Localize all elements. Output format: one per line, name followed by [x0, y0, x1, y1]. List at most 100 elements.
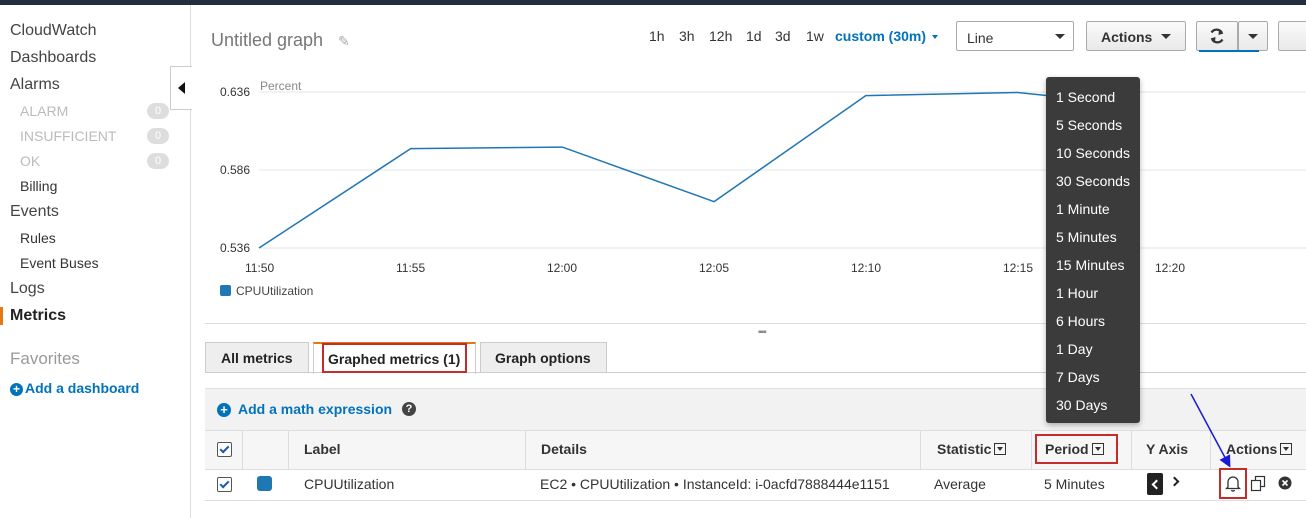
x-tick-label: 11:55	[396, 261, 426, 275]
sidebar-item-billing[interactable]: Billing	[20, 178, 57, 194]
period-option[interactable]: 1 Day	[1056, 341, 1093, 357]
sidebar-item-dashboards[interactable]: Dashboards	[10, 49, 96, 67]
refresh-button[interactable]	[1196, 21, 1238, 51]
period-option[interactable]: 10 Seconds	[1056, 145, 1130, 161]
add-math-expression-link[interactable]: Add a math expression	[238, 401, 392, 417]
actions-button[interactable]: Actions	[1086, 21, 1186, 51]
range-custom[interactable]: custom (30m)	[835, 28, 926, 44]
duplicate-icon[interactable]	[1250, 475, 1267, 492]
dropdown-toggle-icon[interactable]	[1091, 443, 1104, 455]
table-row: CPUUtilization EC2 • CPUUtilization • In…	[205, 468, 1306, 501]
add-dashboard-link[interactable]: + Add a dashboard	[10, 380, 139, 396]
resize-grip-icon[interactable]: ▪▪▪	[758, 327, 767, 338]
tab-all-metrics[interactable]: All metrics	[205, 342, 309, 373]
header-period-label: Period	[1045, 441, 1089, 457]
add-dashboard-label: Add a dashboard	[25, 380, 140, 396]
select-all-checkbox[interactable]	[217, 442, 232, 457]
caret-down-icon	[1248, 34, 1258, 39]
period-option[interactable]: 1 Second	[1056, 89, 1115, 105]
tab-baseline	[205, 372, 1306, 373]
period-option[interactable]: 1 Minute	[1056, 201, 1110, 217]
caret-left-icon	[178, 82, 185, 94]
period-option[interactable]: 5 Minutes	[1056, 229, 1117, 245]
insufficient-count-badge: 0	[147, 128, 169, 144]
sidebar-item-cloudwatch[interactable]: CloudWatch	[10, 22, 97, 40]
sidebar-item-event-buses[interactable]: Event Buses	[20, 255, 99, 271]
header-actions-label: Actions	[1226, 441, 1278, 457]
sidebar-item-logs[interactable]: Logs	[10, 280, 45, 298]
x-tick-label: 12:10	[851, 261, 882, 275]
header-details[interactable]: Details	[541, 441, 587, 457]
sidebar-item-rules[interactable]: Rules	[20, 230, 56, 246]
bell-icon[interactable]	[1225, 475, 1241, 492]
tab-label: Graphed metrics (1)	[328, 351, 461, 367]
help-icon[interactable]: ?	[402, 402, 416, 416]
period-option[interactable]: 30 Days	[1056, 397, 1107, 413]
period-option[interactable]: 30 Seconds	[1056, 173, 1130, 189]
legend-swatch	[220, 285, 231, 296]
x-tick-label: 12:20	[1155, 261, 1186, 275]
range-3d[interactable]: 3d	[775, 28, 791, 44]
sidebar-item-alarm-state[interactable]: ALARM	[20, 103, 68, 119]
header-actions[interactable]: Actions	[1226, 441, 1293, 457]
period-option[interactable]: 5 Seconds	[1056, 117, 1122, 133]
row-label[interactable]: CPUUtilization	[304, 476, 394, 492]
plus-circle-icon: +	[10, 383, 23, 396]
period-option[interactable]: 15 Minutes	[1056, 257, 1124, 273]
collapse-sidebar-button[interactable]	[170, 66, 192, 110]
header-label[interactable]: Label	[304, 441, 341, 457]
tab-graphed-metrics[interactable]: Graphed metrics (1)	[313, 342, 476, 374]
plus-circle-icon[interactable]: +	[217, 403, 231, 417]
sidebar-item-metrics[interactable]: Metrics	[10, 307, 66, 325]
row-period[interactable]: 5 Minutes	[1044, 476, 1105, 492]
x-tick-label: 11:50	[245, 261, 275, 275]
sidebar: CloudWatch Dashboards Alarms ALARM 0 INS…	[0, 5, 191, 518]
y-axis-right-button[interactable]	[1169, 476, 1180, 487]
series-color-swatch[interactable]	[257, 476, 272, 491]
graph-type-select[interactable]: Line	[956, 21, 1074, 51]
range-1d[interactable]: 1d	[746, 28, 762, 44]
column-divider	[1210, 431, 1211, 469]
dropdown-toggle-icon[interactable]	[994, 443, 1007, 455]
period-option[interactable]: 6 Hours	[1056, 313, 1105, 329]
header-statistic[interactable]: Statistic	[937, 441, 1007, 457]
plot-area	[258, 91, 1306, 249]
refresh-dropdown-button[interactable]	[1238, 21, 1268, 51]
header-y-axis[interactable]: Y Axis	[1146, 441, 1188, 457]
range-1h[interactable]: 1h	[649, 28, 665, 44]
sidebar-item-ok-state[interactable]: OK	[20, 153, 40, 169]
tab-label: All metrics	[221, 350, 293, 366]
refresh-icon	[1210, 28, 1224, 44]
period-option[interactable]: 7 Days	[1056, 369, 1100, 385]
panel-divider	[205, 323, 1306, 324]
pencil-icon[interactable]: ✎	[338, 33, 350, 50]
row-statistic[interactable]: Average	[934, 476, 986, 492]
row-checkbox[interactable]	[217, 477, 232, 492]
row-details: EC2 • CPUUtilization • InstanceId: i-0ac…	[540, 476, 890, 492]
graph-title[interactable]: Untitled graph	[211, 30, 323, 51]
tab-label: Graph options	[495, 350, 591, 366]
alarm-count-badge: 0	[147, 103, 169, 119]
sidebar-item-insufficient-state[interactable]: INSUFFICIENT	[20, 128, 116, 144]
dropdown-toggle-icon[interactable]	[1280, 443, 1293, 455]
custom-caret-icon	[932, 35, 938, 39]
remove-icon[interactable]	[1278, 476, 1292, 490]
sidebar-item-events[interactable]: Events	[10, 203, 59, 221]
info-button[interactable]	[1278, 21, 1306, 51]
column-divider	[288, 431, 289, 469]
tab-graph-options[interactable]: Graph options	[480, 342, 607, 373]
actions-label: Actions	[1101, 29, 1153, 45]
favorites-heading: Favorites	[10, 349, 80, 368]
range-12h[interactable]: 12h	[709, 28, 732, 44]
period-dropdown-menu: 1 Second 5 Seconds 10 Seconds 30 Seconds…	[1046, 77, 1140, 423]
sidebar-item-alarms[interactable]: Alarms	[10, 76, 60, 94]
column-divider	[920, 431, 921, 469]
range-1w[interactable]: 1w	[806, 28, 824, 44]
y-axis-left-button[interactable]	[1147, 473, 1163, 495]
header-period[interactable]: Period	[1045, 441, 1104, 457]
range-3h[interactable]: 3h	[679, 28, 695, 44]
period-option[interactable]: 1 Hour	[1056, 285, 1098, 301]
x-tick-label: 12:15	[1003, 261, 1034, 275]
line-chart: Percent 0.636 0.586 0.536 11:50 11:55 12…	[205, 70, 1306, 310]
ok-count-badge: 0	[147, 153, 169, 169]
